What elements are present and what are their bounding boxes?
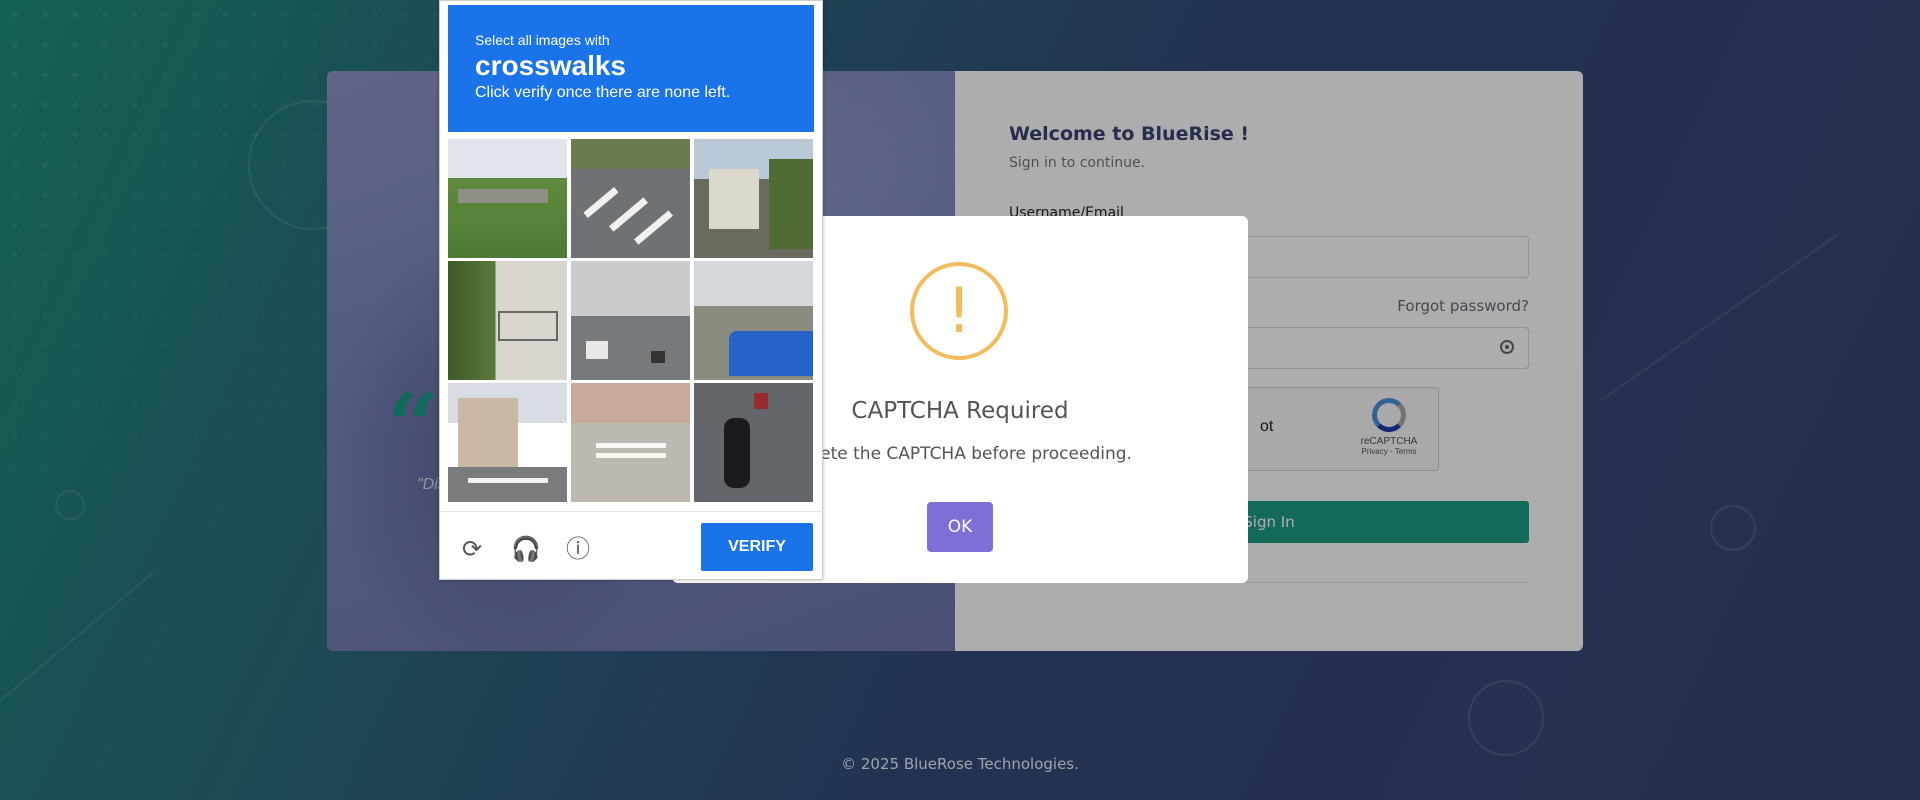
tile-bridge-overpass[interactable]	[448, 139, 567, 258]
tile-buildings	[571, 383, 690, 423]
reload-icon[interactable]: ⟳	[458, 535, 486, 563]
tile-house	[709, 169, 759, 229]
tile-rider	[724, 418, 750, 488]
tile-road	[448, 467, 567, 502]
info-icon[interactable]: ⓘ	[564, 535, 592, 563]
tile-crosswalk-street[interactable]	[571, 139, 690, 258]
warning-icon: !	[910, 262, 1008, 360]
tile-balcony	[498, 311, 558, 341]
challenge-subinstruction: Click verify once there are none left.	[475, 84, 731, 101]
tile-trees	[571, 139, 690, 169]
ok-button[interactable]: OK	[927, 502, 993, 552]
tile-houses[interactable]	[694, 139, 813, 258]
tile-sidewalk	[571, 423, 690, 502]
challenge-footer: ⟳ 🎧 ⓘ VERIFY	[440, 511, 824, 581]
tile-vehicle	[586, 341, 608, 359]
crosswalk-stripe	[596, 453, 666, 458]
crosswalk-stripe	[596, 443, 666, 448]
tile-rider	[754, 393, 768, 409]
tile-vehicle	[651, 351, 665, 363]
challenge-pointer	[822, 308, 834, 332]
footer-copyright: © 2025 BlueRose Technologies.	[841, 755, 1079, 773]
tile-car	[729, 331, 813, 376]
tile-sky	[571, 261, 690, 316]
tile-motorcycle[interactable]	[694, 383, 813, 502]
tile-building	[458, 398, 518, 468]
tile-bridge	[458, 189, 548, 203]
challenge-header: Select all images with crosswalks Click …	[448, 5, 814, 132]
tile-blue-car[interactable]	[694, 261, 813, 380]
tile-sky	[448, 139, 567, 179]
verify-button[interactable]: VERIFY	[701, 523, 813, 571]
challenge-instruction: Select all images with	[475, 32, 610, 48]
tile-sidewalk-crosswalk[interactable]	[571, 383, 690, 502]
headphones-icon[interactable]: 🎧	[511, 535, 541, 563]
tile-tree	[769, 159, 813, 249]
crosswalk-stripe	[468, 478, 548, 483]
tile-apartment-balcony[interactable]	[448, 261, 567, 380]
challenge-image-grid	[448, 139, 814, 503]
tile-highway-traffic[interactable]	[571, 261, 690, 380]
tile-city-crosswalk[interactable]	[448, 383, 567, 502]
challenge-target: crosswalks	[475, 50, 626, 81]
recaptcha-challenge-popup: Select all images with crosswalks Click …	[439, 0, 824, 581]
tile-sky	[694, 261, 813, 306]
